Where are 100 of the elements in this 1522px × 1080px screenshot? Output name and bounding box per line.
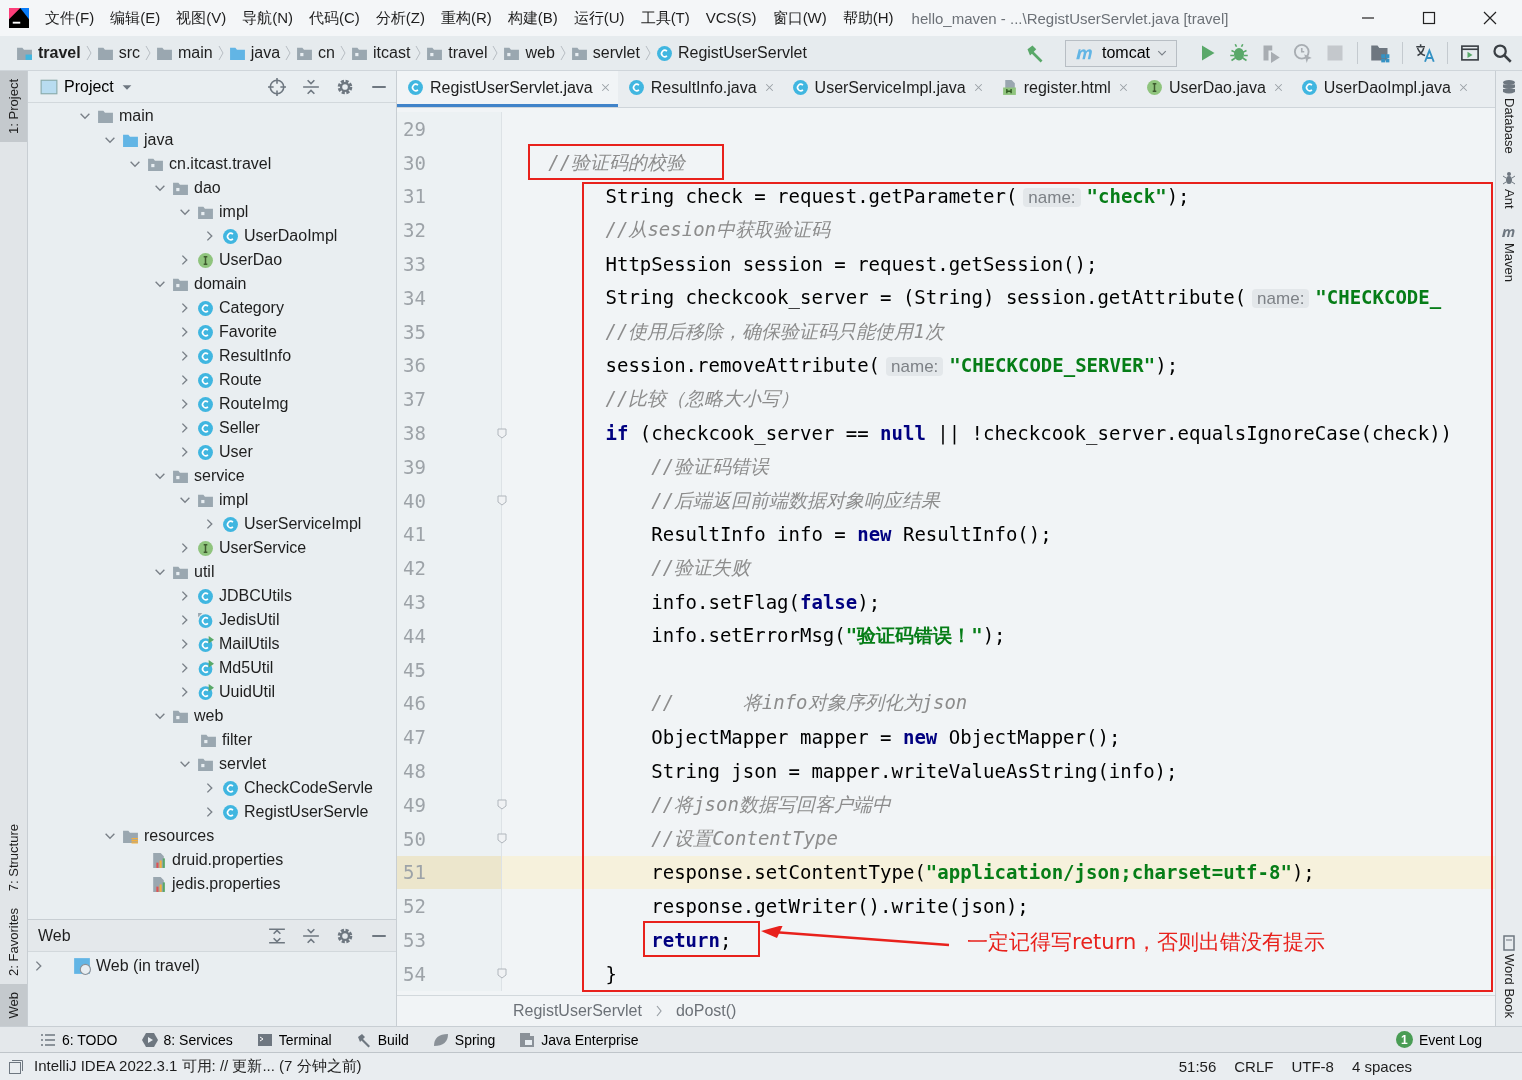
tree-item[interactable]: JedisUtil bbox=[28, 608, 396, 632]
tool-window-button[interactable]: Maven bbox=[1496, 216, 1522, 291]
tool-window-button[interactable]: Java Enterprise bbox=[519, 1031, 639, 1048]
fold-marker-icon[interactable] bbox=[496, 832, 508, 846]
editor-tab[interactable]: ResultInfo.java bbox=[617, 71, 782, 107]
breadcrumb-item[interactable]: cn bbox=[292, 44, 339, 62]
tree-item[interactable]: UserDaoImpl bbox=[28, 224, 396, 248]
tree-item[interactable]: RouteImg bbox=[28, 392, 396, 416]
fold-marker-icon[interactable] bbox=[496, 494, 508, 508]
tool-window-button[interactable]: Word Book bbox=[1496, 926, 1522, 1026]
run-configuration-dropdown[interactable]: tomcat bbox=[1065, 39, 1177, 67]
tree-item[interactable]: UserDao bbox=[28, 248, 396, 272]
tree-item[interactable]: RegistUserServle bbox=[28, 800, 396, 824]
menu-item[interactable]: 代码(C) bbox=[301, 8, 368, 28]
tool-window-button[interactable]: Terminal bbox=[256, 1031, 332, 1048]
tree-item[interactable]: main bbox=[28, 104, 396, 128]
console-icon[interactable] bbox=[1460, 43, 1480, 63]
tree-item[interactable]: MailUtils bbox=[28, 632, 396, 656]
menu-item[interactable]: 编辑(E) bbox=[102, 8, 169, 28]
debug-icon[interactable] bbox=[1229, 43, 1249, 63]
tree-item[interactable]: domain bbox=[28, 272, 396, 296]
editor-tab[interactable]: UserDao.java bbox=[1135, 71, 1291, 107]
breadcrumb-item[interactable]: doPost() bbox=[675, 1002, 737, 1020]
breadcrumb-item[interactable]: itcast bbox=[347, 44, 415, 62]
tree-item[interactable]: dao bbox=[28, 176, 396, 200]
status-item[interactable]: 4 spaces bbox=[1351, 1058, 1412, 1075]
settings-icon[interactable] bbox=[336, 926, 354, 945]
fold-marker-icon[interactable] bbox=[496, 426, 508, 440]
menu-item[interactable]: 导航(N) bbox=[234, 8, 301, 28]
maximize-icon[interactable] bbox=[1421, 10, 1437, 26]
tree-item[interactable]: UuidUtil bbox=[28, 680, 396, 704]
tree-item[interactable]: jedis.properties bbox=[28, 872, 396, 896]
tool-window-button[interactable]: 1: Project bbox=[0, 71, 27, 142]
breadcrumb-item[interactable]: RegistUserServlet bbox=[513, 1002, 642, 1020]
tool-window-button[interactable]: Web bbox=[0, 983, 27, 1026]
tool-window-button[interactable]: Spring bbox=[432, 1031, 496, 1048]
tree-item[interactable]: java bbox=[28, 128, 396, 152]
menu-item[interactable]: 构建(B) bbox=[499, 8, 566, 28]
breadcrumb-item[interactable]: java bbox=[224, 44, 285, 62]
tree-item[interactable]: Web (in travel) bbox=[32, 954, 392, 978]
breadcrumb-item[interactable]: travel bbox=[12, 44, 85, 62]
menu-item[interactable]: 重构(R) bbox=[432, 8, 500, 28]
tool-window-button[interactable]: Build bbox=[355, 1031, 409, 1048]
event-log-button[interactable]: 1 Event Log bbox=[1395, 1031, 1482, 1048]
editor-tab[interactable]: register.html bbox=[990, 71, 1136, 107]
tree-item[interactable]: cn.itcast.travel bbox=[28, 152, 396, 176]
tree-item[interactable]: Favorite bbox=[28, 320, 396, 344]
editor-tab[interactable]: UserServiceImpl.java bbox=[781, 71, 991, 107]
tree-item[interactable]: Route bbox=[28, 368, 396, 392]
tool-window-button[interactable]: 6: TODO bbox=[40, 1031, 118, 1048]
tree-item[interactable]: JDBCUtils bbox=[28, 584, 396, 608]
tool-window-button[interactable]: Database bbox=[1496, 71, 1522, 162]
breadcrumb-item[interactable]: web bbox=[499, 44, 559, 62]
breadcrumb-item[interactable]: src bbox=[92, 44, 145, 62]
menu-item[interactable]: 视图(V) bbox=[168, 8, 235, 28]
project-structure-icon[interactable] bbox=[1370, 43, 1390, 63]
close-icon[interactable] bbox=[1482, 10, 1498, 26]
tree-item[interactable]: impl bbox=[28, 200, 396, 224]
status-item[interactable]: CRLF bbox=[1234, 1058, 1274, 1075]
expand-all-icon[interactable] bbox=[268, 926, 286, 945]
fold-marker-icon[interactable] bbox=[496, 967, 508, 981]
menu-item[interactable]: 窗口(W) bbox=[764, 8, 835, 28]
tree-item[interactable]: Category bbox=[28, 296, 396, 320]
tree-item[interactable]: UserServiceImpl bbox=[28, 512, 396, 536]
editor-tab[interactable]: RegistUserServlet.java bbox=[397, 71, 618, 107]
collapse-all-icon[interactable] bbox=[302, 926, 320, 945]
tree-item[interactable]: util bbox=[28, 560, 396, 584]
menu-item[interactable]: 帮助(H) bbox=[834, 8, 902, 28]
editor-tab[interactable]: UserDaoImpl.java bbox=[1290, 71, 1476, 107]
status-item[interactable]: 51:56 bbox=[1178, 1058, 1217, 1075]
menu-item[interactable]: 工具(T) bbox=[632, 8, 698, 28]
tree-item[interactable]: CheckCodeServle bbox=[28, 776, 396, 800]
tree-item[interactable]: ResultInfo bbox=[28, 344, 396, 368]
tree-item[interactable]: impl bbox=[28, 488, 396, 512]
coverage-icon[interactable] bbox=[1261, 43, 1281, 63]
window-icon[interactable] bbox=[8, 1058, 24, 1075]
status-item[interactable]: UTF-8 bbox=[1291, 1058, 1334, 1075]
fold-marker-icon[interactable] bbox=[496, 798, 508, 812]
tree-item[interactable]: Seller bbox=[28, 416, 396, 440]
tree-item[interactable]: resources bbox=[28, 824, 396, 848]
translate-icon[interactable] bbox=[1415, 43, 1435, 63]
tree-item[interactable]: Md5Util bbox=[28, 656, 396, 680]
breadcrumb-item[interactable]: servlet bbox=[566, 44, 644, 62]
breadcrumb-item[interactable]: travel bbox=[422, 44, 492, 62]
tree-item[interactable]: web bbox=[28, 704, 396, 728]
tree-item[interactable]: service bbox=[28, 464, 396, 488]
hammer-icon[interactable] bbox=[1025, 43, 1045, 63]
settings-icon[interactable] bbox=[336, 77, 354, 96]
collapse-all-icon[interactable] bbox=[302, 77, 320, 96]
tree-item[interactable]: filter bbox=[28, 728, 396, 752]
tool-window-button[interactable]: 7: Structure bbox=[0, 816, 27, 900]
search-icon[interactable] bbox=[1492, 43, 1512, 63]
project-view-dropdown[interactable]: Project bbox=[36, 77, 138, 96]
tree-item[interactable]: servlet bbox=[28, 752, 396, 776]
menu-item[interactable]: 分析(Z) bbox=[367, 8, 433, 28]
breadcrumb-item[interactable]: main bbox=[152, 44, 217, 62]
locate-icon[interactable] bbox=[268, 77, 286, 96]
breadcrumb-item[interactable]: RegistUserServlet bbox=[651, 44, 811, 62]
stop-icon[interactable] bbox=[1325, 43, 1345, 63]
menu-item[interactable]: 运行(U) bbox=[565, 8, 633, 28]
